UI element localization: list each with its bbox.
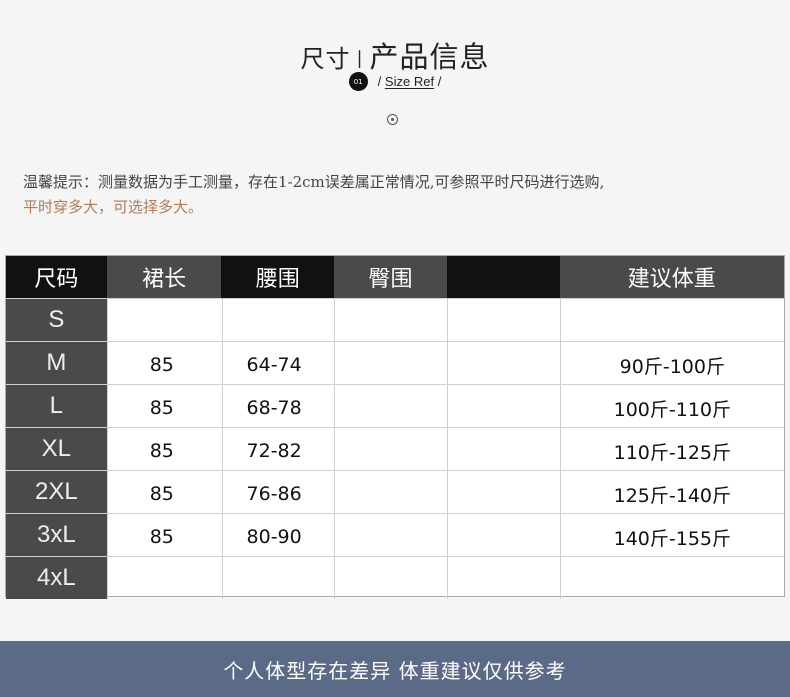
- header-length: 裙长: [106, 256, 222, 298]
- ref-suffix: /: [437, 74, 442, 89]
- length-cell: [106, 557, 222, 599]
- table-row: M 85 64-74 90斤-100斤: [6, 341, 784, 384]
- size-cell: 4xL: [6, 557, 107, 599]
- hip-cell: [334, 342, 447, 384]
- ref-text: Size Ref: [384, 74, 435, 89]
- table-row: 3xL 85 80-90 140斤-155斤: [6, 513, 784, 556]
- header-waist: 腰围: [221, 256, 335, 298]
- extra-cell: [446, 428, 560, 470]
- title-product-info: 产品信息: [369, 40, 490, 74]
- hip-cell: [334, 428, 447, 470]
- waist-cell: [221, 557, 335, 599]
- weight-cell: 125斤-140斤: [559, 471, 784, 513]
- hip-cell: [334, 299, 447, 341]
- table-row: 4xL: [6, 556, 784, 599]
- size-cell: 2XL: [6, 471, 107, 513]
- waist-cell: 72-82: [221, 428, 335, 470]
- tip-text: 温馨提示：测量数据为手工测量，存在1-2cm误差属正常情况,可参照平时尺码进行选…: [23, 170, 783, 220]
- size-cell: S: [6, 299, 107, 341]
- hip-cell: [334, 514, 447, 556]
- weight-cell: 140斤-155斤: [559, 514, 784, 556]
- dot-circle-icon: [387, 114, 398, 125]
- extra-cell: [446, 385, 560, 427]
- length-cell: 85: [106, 471, 222, 513]
- weight-cell: [559, 299, 784, 341]
- hip-cell: [334, 471, 447, 513]
- page-title: 尺寸 | 产品信息: [0, 34, 790, 76]
- waist-cell: [221, 299, 335, 341]
- table-row: 2XL 85 76-86 125斤-140斤: [6, 470, 784, 513]
- waist-cell: 76-86: [221, 471, 335, 513]
- length-cell: 85: [106, 514, 222, 556]
- length-cell: 85: [106, 428, 222, 470]
- header-extra: [446, 256, 560, 298]
- footer-banner: 个人体型存在差异 体重建议仅供参考: [0, 641, 790, 697]
- size-cell: L: [6, 385, 107, 427]
- page-header: 尺寸 | 产品信息 01 / Size Ref /: [0, 0, 790, 160]
- table-row: L 85 68-78 100斤-110斤: [6, 384, 784, 427]
- weight-cell: 110斤-125斤: [559, 428, 784, 470]
- hip-cell: [334, 557, 447, 599]
- section-number-badge: 01: [348, 72, 368, 91]
- size-cell: XL: [6, 428, 107, 470]
- size-table: 尺码 裙长 腰围 臀围 建议体重 S M 85 64-74 90斤-100斤 L…: [5, 255, 785, 599]
- header-hip: 臀围: [334, 256, 447, 298]
- waist-cell: 68-78: [221, 385, 335, 427]
- tip-line-1: 温馨提示：测量数据为手工测量，存在1-2cm误差属正常情况,可参照平时尺码进行选…: [23, 173, 605, 191]
- extra-cell: [446, 342, 560, 384]
- size-ref-line: 01 / Size Ref /: [0, 72, 790, 91]
- size-cell: M: [6, 342, 107, 384]
- extra-cell: [446, 299, 560, 341]
- ref-prefix: /: [377, 74, 382, 89]
- waist-cell: 80-90: [221, 514, 335, 556]
- weight-cell: 90斤-100斤: [559, 342, 784, 384]
- waist-cell: 64-74: [221, 342, 335, 384]
- extra-cell: [446, 514, 560, 556]
- table-header-row: 尺码 裙长 腰围 臀围 建议体重: [6, 256, 784, 298]
- extra-cell: [446, 557, 560, 599]
- size-ref-label: / Size Ref /: [378, 74, 442, 89]
- length-cell: 85: [106, 385, 222, 427]
- table-row: XL 85 72-82 110斤-125斤: [6, 427, 784, 470]
- length-cell: 85: [106, 342, 222, 384]
- weight-cell: [559, 557, 784, 599]
- title-separator: |: [356, 48, 364, 69]
- table-row: S: [6, 298, 784, 341]
- length-cell: [106, 299, 222, 341]
- footer-text: 个人体型存在差异 体重建议仅供参考: [223, 658, 567, 683]
- header-size: 尺码: [6, 256, 107, 298]
- weight-cell: 100斤-110斤: [559, 385, 784, 427]
- header-weight: 建议体重: [559, 256, 784, 298]
- hip-cell: [334, 385, 447, 427]
- size-cell: 3xL: [6, 514, 107, 556]
- title-size: 尺寸: [300, 45, 351, 73]
- tip-line-2: 平时穿多大，可选择多大。: [23, 198, 204, 216]
- extra-cell: [446, 471, 560, 513]
